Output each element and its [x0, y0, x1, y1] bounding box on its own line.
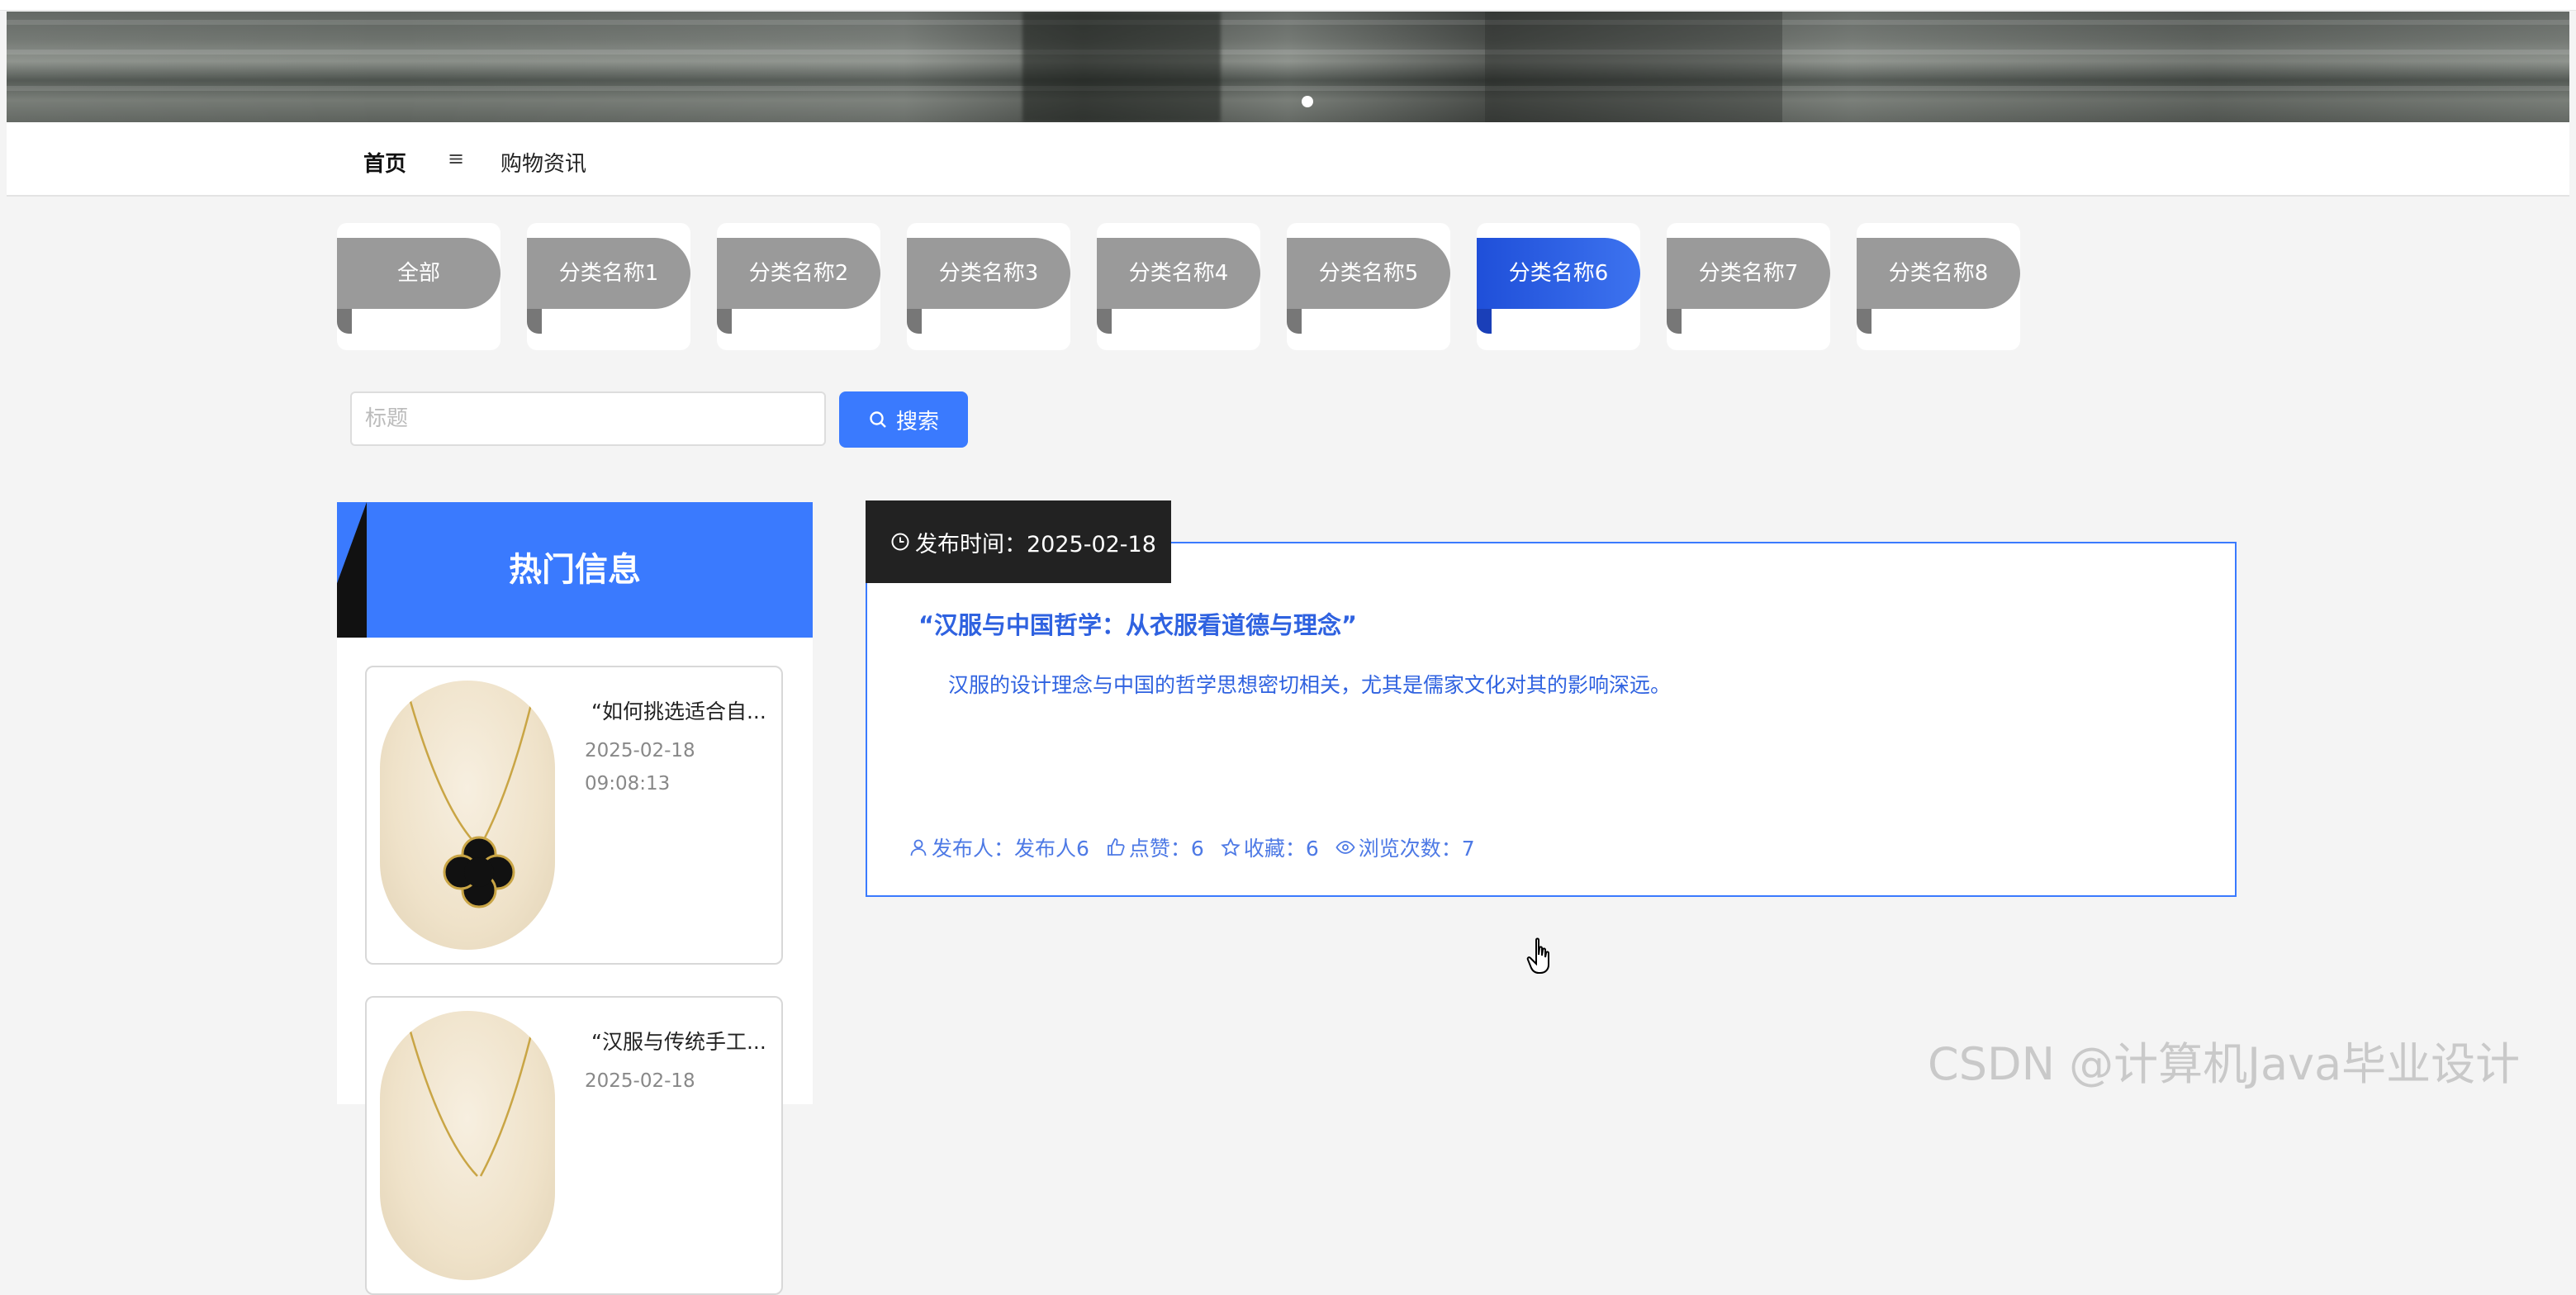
clock-icon	[891, 533, 909, 551]
title-search-input[interactable]	[350, 391, 826, 446]
category-5[interactable]: 分类名称5	[1287, 223, 1450, 350]
ribbon-fold	[1667, 309, 1682, 334]
ribbon-fold	[907, 309, 922, 334]
banner-streak	[7, 20, 2569, 25]
category-label: 分类名称5	[1287, 238, 1450, 309]
publish-date-label: 发布时间：2025-02-18	[915, 531, 1156, 557]
eye-icon	[1335, 841, 1355, 854]
favorites-label: 收藏：6	[1243, 837, 1319, 861]
search-button[interactable]: 搜索	[839, 391, 968, 448]
ribbon-fold	[527, 309, 542, 334]
views-label: 浏览次数：7	[1358, 837, 1475, 861]
star-icon	[1221, 837, 1241, 856]
banner-figure	[1485, 12, 1782, 122]
hot-item-date: 2025-02-18	[585, 740, 695, 761]
category-all[interactable]: 全部	[337, 223, 500, 350]
category-label: 分类名称4	[1097, 238, 1260, 309]
article-card[interactable]: “汉服与中国哲学：从衣服看道德与理念” 汉服的设计理念与中国的哲学思想密切相关，…	[866, 542, 2237, 897]
article-description: 汉服的设计理念与中国的哲学思想密切相关，尤其是儒家文化对其的影响深远。	[948, 673, 1672, 697]
category-label: 分类名称2	[717, 238, 880, 309]
category-7[interactable]: 分类名称7	[1667, 223, 1830, 350]
article-meta: 发布人：发布人6 点赞：6 收藏：6 浏览次数：7	[908, 832, 1475, 862]
hot-info-title: 热门信息	[509, 551, 641, 589]
ribbon-fold	[1857, 309, 1872, 334]
ribbon-fold	[1097, 309, 1112, 334]
necklace-image	[380, 1011, 555, 1280]
category-3[interactable]: 分类名称3	[907, 223, 1070, 350]
article-title[interactable]: “汉服与中国哲学：从衣服看道德与理念”	[918, 606, 1357, 641]
thumbs-up-icon	[1108, 838, 1125, 856]
author-label: 发布人：发布人6	[932, 837, 1089, 861]
hot-item-title: “如何挑选适合自...	[591, 700, 766, 723]
category-8[interactable]: 分类名称8	[1857, 223, 2020, 350]
ribbon-fold	[337, 309, 352, 334]
hand-cursor-icon	[1526, 937, 1549, 974]
necklace-image	[380, 681, 555, 950]
hot-item-date: 2025-02-18	[585, 1070, 695, 1092]
top-nav: 首页 ≡ 购物资讯	[7, 122, 2569, 197]
banner-streak	[7, 50, 2569, 55]
category-label: 分类名称1	[527, 238, 690, 309]
search-button-label: 搜索	[895, 409, 939, 434]
top-border	[0, 0, 2576, 11]
likes-label: 点赞：6	[1128, 837, 1204, 861]
publish-date-tag: 发布时间：2025-02-18	[866, 500, 1171, 583]
category-label: 分类名称8	[1857, 238, 2020, 309]
hot-info-card[interactable]: “如何挑选适合自... 2025-02-18 09:08:13	[365, 666, 783, 965]
category-label: 分类名称6	[1477, 238, 1640, 309]
carousel-indicator-dot[interactable]	[1302, 96, 1313, 107]
user-icon	[910, 839, 927, 856]
category-4[interactable]: 分类名称4	[1097, 223, 1260, 350]
hot-info-header: 热门信息	[337, 502, 813, 638]
search-icon	[870, 411, 886, 428]
category-label: 分类名称3	[907, 238, 1070, 309]
banner-carousel[interactable]	[7, 12, 2569, 122]
hot-info-list: “如何挑选适合自... 2025-02-18 09:08:13 “汉服与传统手工…	[337, 638, 813, 1295]
nav-news-link[interactable]: 购物资讯	[500, 147, 586, 178]
nav-home-link[interactable]: 首页	[363, 147, 406, 178]
ribbon-fold	[1477, 309, 1492, 334]
category-label: 分类名称7	[1667, 238, 1830, 309]
hot-item-time: 09:08:13	[585, 773, 671, 795]
category-label: 全部	[337, 238, 500, 309]
category-1[interactable]: 分类名称1	[527, 223, 690, 350]
hot-item-title: “汉服与传统手工...	[591, 1030, 766, 1054]
ribbon-fold	[717, 309, 732, 334]
hot-info-card[interactable]: “汉服与传统手工... 2025-02-18	[365, 996, 783, 1295]
watermark-text: CSDN @计算机Java毕业设计	[1928, 1038, 2521, 1090]
banner-streak	[7, 86, 2569, 91]
category-2[interactable]: 分类名称2	[717, 223, 880, 350]
banner-figure	[1022, 12, 1221, 122]
menu-icon: ≡	[448, 147, 465, 170]
category-6[interactable]: 分类名称6	[1477, 223, 1640, 350]
ribbon-fold	[1287, 309, 1302, 334]
